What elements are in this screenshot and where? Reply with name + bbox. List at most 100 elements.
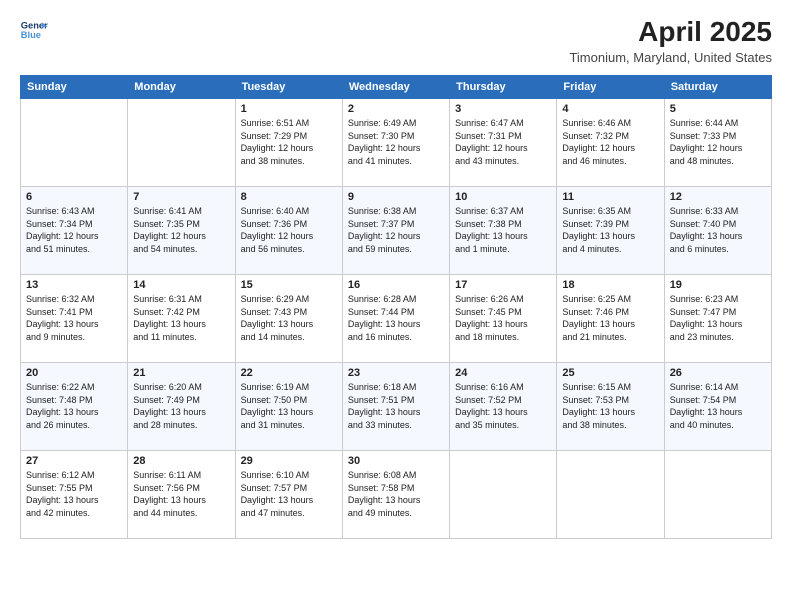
table-row: [450, 451, 557, 539]
day-number: 3: [455, 103, 551, 115]
cell-info: Sunrise: 6:51 AM Sunset: 7:29 PM Dayligh…: [241, 117, 337, 167]
cell-info: Sunrise: 6:28 AM Sunset: 7:44 PM Dayligh…: [348, 293, 444, 343]
week-row-4: 20 Sunrise: 6:22 AM Sunset: 7:48 PM Dayli…: [21, 363, 772, 451]
cell-info: Sunrise: 6:19 AM Sunset: 7:50 PM Dayligh…: [241, 381, 337, 431]
table-row: 18 Sunrise: 6:25 AM Sunset: 7:46 PM Dayli…: [557, 275, 664, 363]
day-number: 29: [241, 455, 337, 467]
table-row: 26 Sunrise: 6:14 AM Sunset: 7:54 PM Dayli…: [664, 363, 771, 451]
day-number: 1: [241, 103, 337, 115]
day-number: 6: [26, 191, 122, 203]
table-row: 22 Sunrise: 6:19 AM Sunset: 7:50 PM Dayli…: [235, 363, 342, 451]
day-number: 27: [26, 455, 122, 467]
table-row: 7Sunrise: 6:41 AM Sunset: 7:35 PM Daylig…: [128, 187, 235, 275]
cell-info: Sunrise: 6:23 AM Sunset: 7:47 PM Dayligh…: [670, 293, 766, 343]
cell-info: Sunrise: 6:33 AM Sunset: 7:40 PM Dayligh…: [670, 205, 766, 255]
day-number: 9: [348, 191, 444, 203]
col-tuesday: Tuesday: [235, 76, 342, 99]
table-row: 1 Sunrise: 6:51 AM Sunset: 7:29 PM Daylig…: [235, 99, 342, 187]
col-thursday: Thursday: [450, 76, 557, 99]
day-number: 18: [562, 279, 658, 291]
cell-info: Sunrise: 6:46 AM Sunset: 7:32 PM Dayligh…: [562, 117, 658, 167]
day-number: 28: [133, 455, 229, 467]
calendar: Sunday Monday Tuesday Wednesday Thursday…: [20, 75, 772, 539]
col-sunday: Sunday: [21, 76, 128, 99]
day-number: 23: [348, 367, 444, 379]
table-row: 9 Sunrise: 6:38 AM Sunset: 7:37 PM Daylig…: [342, 187, 449, 275]
cell-info: Sunrise: 6:26 AM Sunset: 7:45 PM Dayligh…: [455, 293, 551, 343]
table-row: 4 Sunrise: 6:46 AM Sunset: 7:32 PM Daylig…: [557, 99, 664, 187]
cell-info: Sunrise: 6:41 AM Sunset: 7:35 PM Dayligh…: [133, 205, 229, 255]
day-number: 20: [26, 367, 122, 379]
table-row: 5Sunrise: 6:44 AM Sunset: 7:33 PM Daylig…: [664, 99, 771, 187]
day-number: 4: [562, 103, 658, 115]
header: General Blue April 2025 Timonium, Maryla…: [20, 16, 772, 65]
day-number: 30: [348, 455, 444, 467]
table-row: 21 Sunrise: 6:20 AM Sunset: 7:49 PM Dayli…: [128, 363, 235, 451]
table-row: 2 Sunrise: 6:49 AM Sunset: 7:30 PM Daylig…: [342, 99, 449, 187]
table-row: 6 Sunrise: 6:43 AM Sunset: 7:34 PM Daylig…: [21, 187, 128, 275]
table-row: [557, 451, 664, 539]
table-row: 19 Sunrise: 6:23 AM Sunset: 7:47 PM Dayli…: [664, 275, 771, 363]
cell-info: Sunrise: 6:32 AM Sunset: 7:41 PM Dayligh…: [26, 293, 122, 343]
col-friday: Friday: [557, 76, 664, 99]
day-number: 24: [455, 367, 551, 379]
cell-info: Sunrise: 6:37 AM Sunset: 7:38 PM Dayligh…: [455, 205, 551, 255]
table-row: [664, 451, 771, 539]
title-block: April 2025 Timonium, Maryland, United St…: [569, 16, 772, 65]
table-row: 13 Sunrise: 6:32 AM Sunset: 7:41 PM Dayli…: [21, 275, 128, 363]
day-number: 21: [133, 367, 229, 379]
main-title: April 2025: [569, 16, 772, 48]
day-number: 12: [670, 191, 766, 203]
cell-info: Sunrise: 6:29 AM Sunset: 7:43 PM Dayligh…: [241, 293, 337, 343]
col-monday: Monday: [128, 76, 235, 99]
table-row: 15Sunrise: 6:29 AM Sunset: 7:43 PM Dayli…: [235, 275, 342, 363]
logo: General Blue: [20, 16, 48, 44]
table-row: 3 Sunrise: 6:47 AM Sunset: 7:31 PM Daylig…: [450, 99, 557, 187]
week-row-1: 1 Sunrise: 6:51 AM Sunset: 7:29 PM Daylig…: [21, 99, 772, 187]
table-row: 29 Sunrise: 6:10 AM Sunset: 7:57 PM Dayli…: [235, 451, 342, 539]
week-row-2: 6 Sunrise: 6:43 AM Sunset: 7:34 PM Daylig…: [21, 187, 772, 275]
cell-info: Sunrise: 6:47 AM Sunset: 7:31 PM Dayligh…: [455, 117, 551, 167]
page: General Blue April 2025 Timonium, Maryla…: [0, 0, 792, 612]
day-number: 11: [562, 191, 658, 203]
cell-info: Sunrise: 6:40 AM Sunset: 7:36 PM Dayligh…: [241, 205, 337, 255]
cell-info: Sunrise: 6:16 AM Sunset: 7:52 PM Dayligh…: [455, 381, 551, 431]
col-wednesday: Wednesday: [342, 76, 449, 99]
logo-icon: General Blue: [20, 16, 48, 44]
subtitle: Timonium, Maryland, United States: [569, 50, 772, 65]
cell-info: Sunrise: 6:08 AM Sunset: 7:58 PM Dayligh…: [348, 469, 444, 519]
cell-info: Sunrise: 6:20 AM Sunset: 7:49 PM Dayligh…: [133, 381, 229, 431]
table-row: 28 Sunrise: 6:11 AM Sunset: 7:56 PM Dayli…: [128, 451, 235, 539]
day-number: 13: [26, 279, 122, 291]
cell-info: Sunrise: 6:15 AM Sunset: 7:53 PM Dayligh…: [562, 381, 658, 431]
table-row: 8Sunrise: 6:40 AM Sunset: 7:36 PM Daylig…: [235, 187, 342, 275]
table-row: 30 Sunrise: 6:08 AM Sunset: 7:58 PM Dayli…: [342, 451, 449, 539]
table-row: 11 Sunrise: 6:35 AM Sunset: 7:39 PM Dayli…: [557, 187, 664, 275]
table-row: [128, 99, 235, 187]
cell-info: Sunrise: 6:18 AM Sunset: 7:51 PM Dayligh…: [348, 381, 444, 431]
cell-info: Sunrise: 6:38 AM Sunset: 7:37 PM Dayligh…: [348, 205, 444, 255]
cell-info: Sunrise: 6:44 AM Sunset: 7:33 PM Dayligh…: [670, 117, 766, 167]
cell-info: Sunrise: 6:25 AM Sunset: 7:46 PM Dayligh…: [562, 293, 658, 343]
day-number: 14: [133, 279, 229, 291]
cell-info: Sunrise: 6:10 AM Sunset: 7:57 PM Dayligh…: [241, 469, 337, 519]
table-row: 23 Sunrise: 6:18 AM Sunset: 7:51 PM Dayli…: [342, 363, 449, 451]
day-number: 19: [670, 279, 766, 291]
cell-info: Sunrise: 6:35 AM Sunset: 7:39 PM Dayligh…: [562, 205, 658, 255]
table-row: 10 Sunrise: 6:37 AM Sunset: 7:38 PM Dayli…: [450, 187, 557, 275]
day-number: 26: [670, 367, 766, 379]
cell-info: Sunrise: 6:14 AM Sunset: 7:54 PM Dayligh…: [670, 381, 766, 431]
cell-info: Sunrise: 6:49 AM Sunset: 7:30 PM Dayligh…: [348, 117, 444, 167]
day-number: 2: [348, 103, 444, 115]
day-number: 10: [455, 191, 551, 203]
cell-info: Sunrise: 6:22 AM Sunset: 7:48 PM Dayligh…: [26, 381, 122, 431]
cell-info: Sunrise: 6:31 AM Sunset: 7:42 PM Dayligh…: [133, 293, 229, 343]
day-number: 22: [241, 367, 337, 379]
header-row: Sunday Monday Tuesday Wednesday Thursday…: [21, 76, 772, 99]
cell-info: Sunrise: 6:43 AM Sunset: 7:34 PM Dayligh…: [26, 205, 122, 255]
table-row: 14 Sunrise: 6:31 AM Sunset: 7:42 PM Dayli…: [128, 275, 235, 363]
table-row: 12 Sunrise: 6:33 AM Sunset: 7:40 PM Dayli…: [664, 187, 771, 275]
day-number: 17: [455, 279, 551, 291]
table-row: 27Sunrise: 6:12 AM Sunset: 7:55 PM Dayli…: [21, 451, 128, 539]
cell-info: Sunrise: 6:11 AM Sunset: 7:56 PM Dayligh…: [133, 469, 229, 519]
